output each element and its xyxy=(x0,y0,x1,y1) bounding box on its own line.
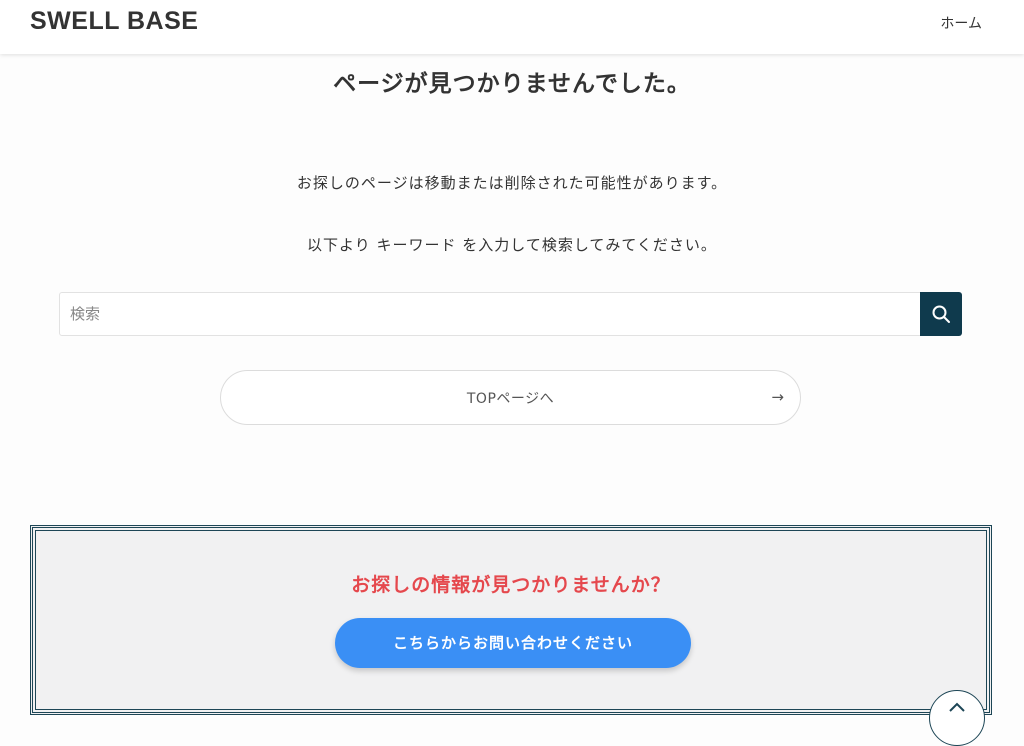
site-logo[interactable]: SWELL BASE xyxy=(30,7,198,36)
not-found-message: お探しのページは移動または削除された可能性があります。 xyxy=(296,174,728,192)
contact-cta-box: お探しの情報が見つかりませんか？ こちらからお問い合わせください xyxy=(30,525,992,715)
chevron-up-icon xyxy=(949,702,965,712)
arrow-right-icon: → xyxy=(771,388,784,406)
page-title: ページが見つかりませんでした。 xyxy=(333,71,691,97)
search-input[interactable] xyxy=(59,292,921,336)
search-instruction: 以下より キーワード を入力して検索してみてください。 xyxy=(307,236,717,254)
back-to-top-button[interactable] xyxy=(929,690,985,746)
top-page-button-label: TOPページへ xyxy=(466,391,555,407)
search-form xyxy=(59,292,962,336)
search-button[interactable] xyxy=(920,292,962,336)
search-icon xyxy=(932,305,950,323)
cta-heading: お探しの情報が見つかりませんか？ xyxy=(351,574,671,596)
nav-home-link[interactable]: ホーム xyxy=(940,13,982,33)
contact-button[interactable]: こちらからお問い合わせください xyxy=(335,618,691,668)
site-header: SWELL BASE ホーム xyxy=(0,0,1024,54)
top-page-button[interactable]: TOPページへ → xyxy=(220,370,801,425)
